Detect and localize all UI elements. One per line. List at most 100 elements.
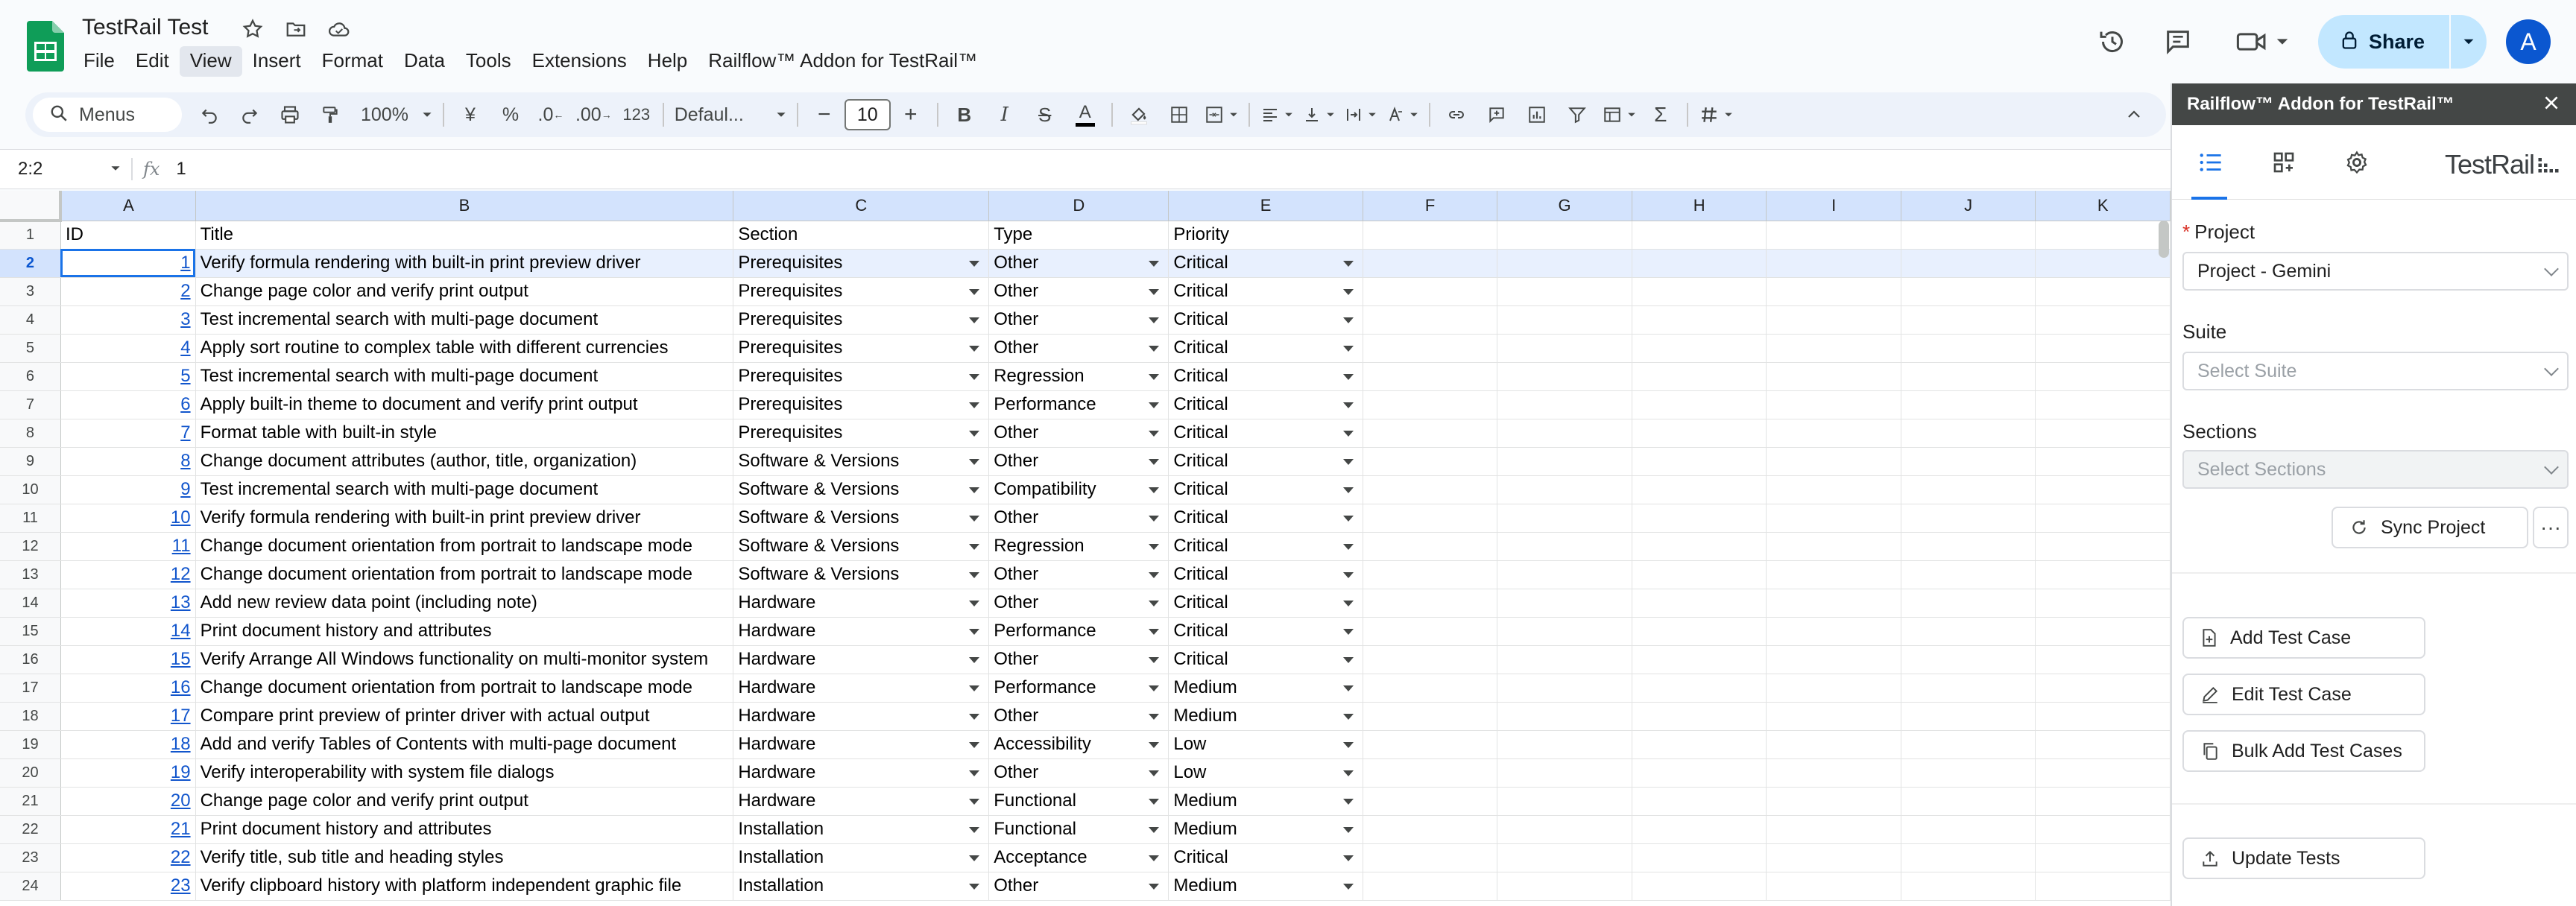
- insert-chart-icon[interactable]: [1521, 98, 1553, 132]
- cell-priority-dropdown[interactable]: Critical: [1168, 504, 1363, 533]
- empty-cell[interactable]: [2035, 475, 2171, 504]
- cell-id[interactable]: 10: [60, 504, 196, 533]
- cell-header-id[interactable]: ID: [60, 221, 196, 250]
- menu-view[interactable]: View: [179, 45, 242, 77]
- empty-cell[interactable]: [1363, 872, 1498, 901]
- bold-button[interactable]: B: [949, 98, 980, 132]
- empty-cell[interactable]: [1766, 447, 1901, 476]
- empty-cell[interactable]: [2035, 362, 2171, 391]
- empty-cell[interactable]: [2035, 504, 2171, 533]
- empty-cell[interactable]: [2035, 221, 2171, 250]
- cell-priority-dropdown[interactable]: Low: [1168, 730, 1363, 759]
- cell-title[interactable]: Test incremental search with multi-page …: [195, 362, 734, 391]
- empty-cell[interactable]: [1901, 674, 2036, 703]
- document-title[interactable]: TestRail Test: [82, 15, 209, 40]
- row-header[interactable]: 6: [0, 362, 61, 391]
- cell-type-dropdown[interactable]: Compatibility: [988, 475, 1169, 504]
- dashboard-icon[interactable]: [2266, 145, 2302, 180]
- cell-id[interactable]: 18: [60, 730, 196, 759]
- dropdown-arrow-icon[interactable]: [1342, 458, 1354, 465]
- cell-section-dropdown[interactable]: Prerequisites: [733, 334, 990, 363]
- cell-type-dropdown[interactable]: Performance: [988, 390, 1169, 419]
- empty-cell[interactable]: [1363, 419, 1498, 448]
- bulk-add-test-cases-button[interactable]: Bulk Add Test Cases: [2182, 730, 2425, 772]
- cell-section-dropdown[interactable]: Prerequisites: [733, 277, 990, 306]
- dropdown-arrow-icon[interactable]: [1149, 430, 1160, 437]
- format-currency-button[interactable]: ¥: [455, 98, 486, 132]
- id-link[interactable]: 14: [171, 621, 191, 641]
- menu-extensions[interactable]: Extensions: [522, 46, 637, 77]
- dropdown-arrow-icon[interactable]: [969, 317, 980, 323]
- row-header[interactable]: 12: [0, 532, 61, 561]
- cell-section-dropdown[interactable]: Installation: [733, 872, 990, 901]
- empty-cell[interactable]: [1363, 475, 1498, 504]
- cell-type-dropdown[interactable]: Other: [988, 645, 1169, 674]
- empty-cell[interactable]: [1497, 390, 1632, 419]
- empty-cell[interactable]: [1632, 362, 1767, 391]
- fill-color-icon[interactable]: [1123, 98, 1155, 132]
- empty-cell[interactable]: [1632, 249, 1767, 278]
- cell-section-dropdown[interactable]: Hardware: [733, 645, 990, 674]
- cell-priority-dropdown[interactable]: Critical: [1168, 334, 1363, 363]
- cell-section-dropdown[interactable]: Software & Versions: [733, 447, 990, 476]
- cell-priority-dropdown[interactable]: Critical: [1168, 645, 1363, 674]
- empty-cell[interactable]: [1901, 758, 2036, 788]
- cell-type-dropdown[interactable]: Other: [988, 419, 1169, 448]
- empty-cell[interactable]: [1901, 787, 2036, 816]
- cell-title[interactable]: Verify title, sub title and heading styl…: [195, 843, 734, 872]
- number-format-button[interactable]: 123: [621, 98, 652, 132]
- row-header[interactable]: 9: [0, 447, 61, 476]
- row-header[interactable]: 14: [0, 589, 61, 618]
- cell-priority-dropdown[interactable]: Critical: [1168, 475, 1363, 504]
- cell-type-dropdown[interactable]: Other: [988, 758, 1169, 788]
- dropdown-arrow-icon[interactable]: [1149, 317, 1160, 323]
- empty-cell[interactable]: [1497, 334, 1632, 363]
- empty-cell[interactable]: [1363, 730, 1498, 759]
- cell-id[interactable]: 5: [60, 362, 196, 391]
- cell-section-dropdown[interactable]: Software & Versions: [733, 532, 990, 561]
- dropdown-arrow-icon[interactable]: [1342, 770, 1354, 776]
- row-header[interactable]: 5: [0, 334, 61, 363]
- update-tests-button[interactable]: Update Tests: [2182, 837, 2425, 879]
- empty-cell[interactable]: [1632, 843, 1767, 872]
- empty-cell[interactable]: [1363, 758, 1498, 788]
- cell-section-dropdown[interactable]: Prerequisites: [733, 419, 990, 448]
- cell-section-dropdown[interactable]: Software & Versions: [733, 504, 990, 533]
- cell-title[interactable]: Apply sort routine to complex table with…: [195, 334, 734, 363]
- functions-button[interactable]: Σ: [1645, 98, 1676, 132]
- cell-title[interactable]: Apply built-in theme to document and ver…: [195, 390, 734, 419]
- empty-cell[interactable]: [1363, 589, 1498, 618]
- cell-id[interactable]: 20: [60, 787, 196, 816]
- empty-cell[interactable]: [2035, 758, 2171, 788]
- dropdown-arrow-icon[interactable]: [1342, 628, 1354, 635]
- cell-id[interactable]: 11: [60, 532, 196, 561]
- empty-cell[interactable]: [1497, 560, 1632, 589]
- cell-title[interactable]: Change document orientation from portrai…: [195, 532, 734, 561]
- share-button[interactable]: Share: [2318, 15, 2487, 69]
- empty-cell[interactable]: [1363, 504, 1498, 533]
- id-link[interactable]: 4: [180, 338, 190, 358]
- empty-cell[interactable]: [2035, 334, 2171, 363]
- empty-cell[interactable]: [2035, 787, 2171, 816]
- cell-id[interactable]: 15: [60, 645, 196, 674]
- dropdown-arrow-icon[interactable]: [1149, 855, 1160, 861]
- empty-cell[interactable]: [1497, 758, 1632, 788]
- dropdown-arrow-icon[interactable]: [1342, 515, 1354, 522]
- cell-type-dropdown[interactable]: Accessibility: [988, 730, 1169, 759]
- empty-cell[interactable]: [1632, 390, 1767, 419]
- row-header[interactable]: 15: [0, 617, 61, 646]
- empty-cell[interactable]: [2035, 589, 2171, 618]
- empty-cell[interactable]: [1766, 221, 1901, 250]
- cell-type-dropdown[interactable]: Regression: [988, 532, 1169, 561]
- list-view-icon[interactable]: [2193, 145, 2229, 180]
- dropdown-arrow-icon[interactable]: [969, 571, 980, 578]
- zoom-select[interactable]: 100%: [361, 98, 432, 132]
- dropdown-arrow-icon[interactable]: [1342, 487, 1354, 493]
- empty-cell[interactable]: [1632, 758, 1767, 788]
- empty-cell[interactable]: [1901, 730, 2036, 759]
- strikethrough-button[interactable]: S: [1029, 98, 1061, 132]
- cell-priority-dropdown[interactable]: Critical: [1168, 617, 1363, 646]
- empty-cell[interactable]: [1363, 249, 1498, 278]
- empty-cell[interactable]: [1363, 390, 1498, 419]
- insert-comment-icon[interactable]: [1481, 98, 1512, 132]
